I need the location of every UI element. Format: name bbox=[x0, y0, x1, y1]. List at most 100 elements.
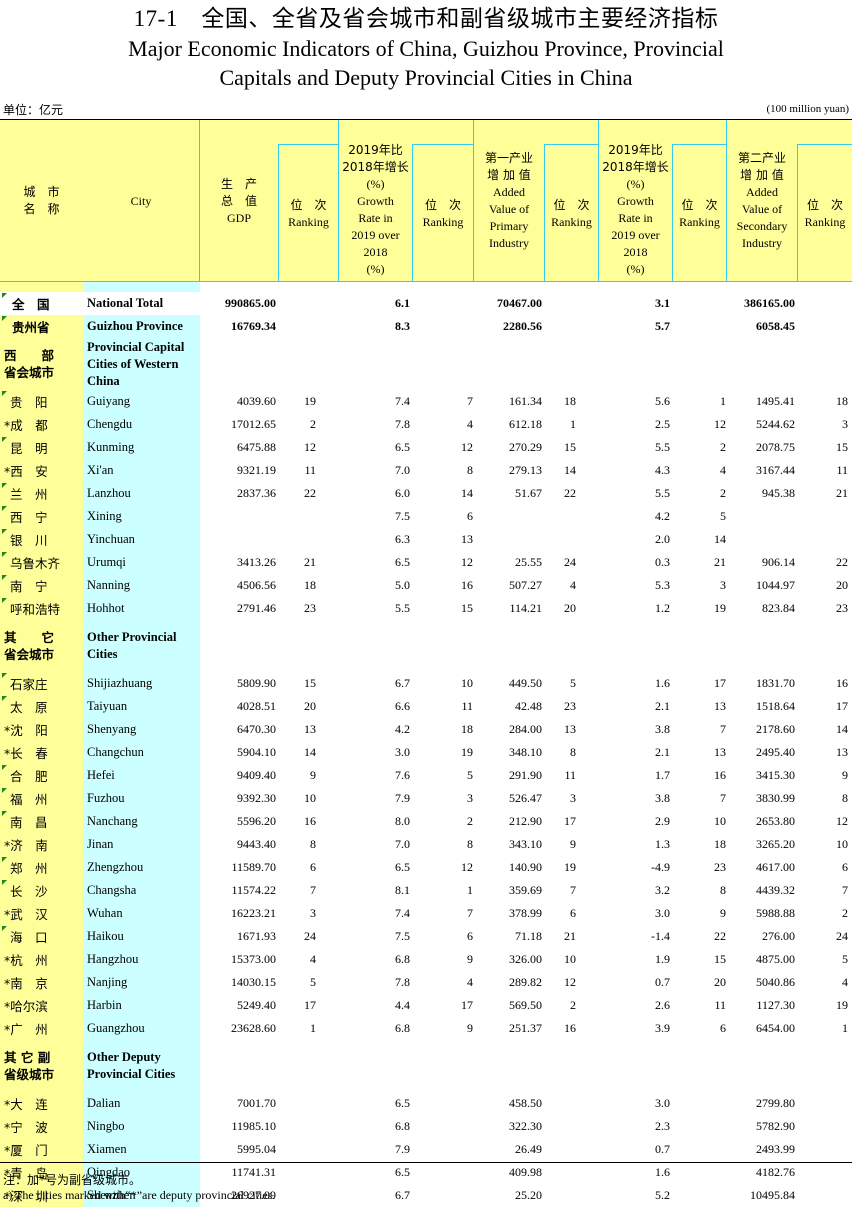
value-primary-rank: 13 bbox=[564, 722, 576, 736]
value-gdp-rank: 1 bbox=[310, 1021, 316, 1035]
value-secondary: 276.00 bbox=[762, 929, 795, 943]
value-gdp-rank bbox=[278, 1184, 338, 1207]
value-secondary-rank: 6 bbox=[842, 860, 848, 874]
value-growth-rank: 4 bbox=[467, 417, 473, 431]
value-primary-growth: -1.4 bbox=[651, 929, 670, 943]
value-secondary: 906.14 bbox=[762, 555, 795, 569]
cell-comment-marker-icon bbox=[2, 696, 7, 701]
value-secondary: 3830.99 bbox=[756, 791, 795, 805]
value-primary-growth-rank: 6 bbox=[720, 1021, 726, 1035]
city-name-cn: 郑 州 bbox=[0, 856, 83, 879]
table-row: *厦 门 Xiamen 5995.04 7.9 26.49 0.7 2493.99 bbox=[0, 1138, 852, 1161]
city-name-cn: 昆 明 bbox=[0, 436, 83, 459]
table-row: *济 南 Jinan 9443.40 8 7.0 8 343.10 9 1.3 18 3265.20… bbox=[0, 833, 852, 856]
city-name-en: Shijiazhuang bbox=[83, 672, 200, 695]
value-gdp bbox=[200, 505, 278, 528]
header-primary-growth-ranking: 位 次 Ranking bbox=[679, 197, 720, 229]
table-row: *南 京 Nanjing 14030.15 5 7.8 4 289.82 12 0.7 20 504… bbox=[0, 971, 852, 994]
city-name-cn: 西 宁 bbox=[0, 505, 83, 528]
value-gdp: 2837.36 bbox=[237, 486, 276, 500]
value-gdp: 23628.60 bbox=[231, 1021, 276, 1035]
value-gdp-growth: 7.9 bbox=[395, 1142, 410, 1156]
value-primary-growth: 1.7 bbox=[655, 768, 670, 782]
cell-comment-marker-icon bbox=[2, 316, 7, 321]
city-name-cn: 长 沙 bbox=[0, 879, 83, 902]
value-gdp-growth: 4.2 bbox=[395, 722, 410, 736]
value-secondary-rank: 1 bbox=[842, 1021, 848, 1035]
city-name-en: Other Provincial Cities bbox=[83, 620, 200, 672]
cell-comment-marker-icon bbox=[2, 575, 7, 580]
value-secondary-rank bbox=[797, 505, 852, 528]
value-secondary-rank: 8 bbox=[842, 791, 848, 805]
value-primary-growth: 5.7 bbox=[655, 319, 670, 333]
table-title-en-line1: Major Economic Indicators of China, Guiz… bbox=[128, 36, 724, 61]
value-secondary-rank: 23 bbox=[836, 601, 848, 615]
value-secondary-rank: 18 bbox=[836, 394, 848, 408]
table-row: 郑 州 Zhengzhou 11589.70 6 6.5 12 140.90 19 -4.9 23… bbox=[0, 856, 852, 879]
value-growth-rank: 10 bbox=[461, 676, 473, 690]
value-gdp: 15373.00 bbox=[231, 952, 276, 966]
value-growth-rank: 1 bbox=[467, 883, 473, 897]
value-gdp: 3413.26 bbox=[237, 555, 276, 569]
cell-comment-marker-icon bbox=[2, 293, 7, 298]
value-gdp-rank bbox=[278, 528, 338, 551]
header-secondary: 第二产业增 加 值 Added Value of Secondary Industry bbox=[736, 151, 788, 250]
cell-comment-marker-icon bbox=[2, 926, 7, 931]
city-name-cn: 南 宁 bbox=[0, 574, 83, 597]
value-secondary-rank: 15 bbox=[836, 440, 848, 454]
value-primary: 70467.00 bbox=[497, 296, 542, 310]
value-primary-growth-rank: 4 bbox=[720, 463, 726, 477]
value-secondary: 6058.45 bbox=[756, 319, 795, 333]
value-growth-rank: 11 bbox=[461, 699, 473, 713]
table-spacer-row bbox=[0, 282, 852, 292]
value-primary-rank: 11 bbox=[564, 768, 576, 782]
value-primary-growth: 0.7 bbox=[655, 975, 670, 989]
value-secondary: 2495.40 bbox=[756, 745, 795, 759]
value-secondary: 4875.00 bbox=[756, 952, 795, 966]
value-secondary-rank: 3 bbox=[842, 417, 848, 431]
value-primary: 284.00 bbox=[509, 722, 542, 736]
city-name-en: Guangzhou bbox=[83, 1017, 200, 1040]
table-title-en-line2: Capitals and Deputy Provincial Cities in… bbox=[219, 65, 633, 90]
value-gdp-growth: 6.6 bbox=[395, 699, 410, 713]
value-growth-rank: 9 bbox=[467, 952, 473, 966]
city-name-cn: 石家庄 bbox=[0, 672, 83, 695]
value-secondary-rank: 4 bbox=[842, 975, 848, 989]
cell-comment-marker-icon bbox=[2, 788, 7, 793]
value-primary: 569.50 bbox=[509, 998, 542, 1012]
value-primary-growth-rank: 3 bbox=[720, 578, 726, 592]
value-gdp-growth: 6.5 bbox=[395, 555, 410, 569]
city-name-en: Changsha bbox=[83, 879, 200, 902]
value-secondary: 5988.88 bbox=[756, 906, 795, 920]
value-primary-rank: 4 bbox=[570, 578, 576, 592]
value-primary: 25.55 bbox=[515, 555, 542, 569]
value-growth-rank: 13 bbox=[461, 532, 473, 546]
group-label-line: 其 它 bbox=[4, 630, 55, 645]
group-label-line: 省会城市 bbox=[4, 647, 55, 662]
footnote-en: a) The cities marked with“*”are deputy p… bbox=[3, 1188, 276, 1202]
cell-comment-marker-icon bbox=[2, 880, 7, 885]
value-secondary-rank bbox=[797, 528, 852, 551]
value-primary-rank bbox=[544, 315, 598, 338]
value-primary-rank: 23 bbox=[564, 699, 576, 713]
value-primary-growth-rank bbox=[672, 315, 726, 338]
value-primary-growth-rank: 9 bbox=[720, 906, 726, 920]
value-gdp-growth: 6.1 bbox=[395, 296, 410, 310]
table-bottom-rule bbox=[0, 1162, 852, 1163]
value-gdp-growth: 6.8 bbox=[395, 1021, 410, 1035]
value-primary-growth: 4.2 bbox=[655, 509, 670, 523]
value-gdp: 11574.22 bbox=[231, 883, 276, 897]
city-name-cn: 南 昌 bbox=[0, 810, 83, 833]
value-gdp: 2791.46 bbox=[237, 601, 276, 615]
city-name-cn: *长 春 bbox=[0, 741, 83, 764]
value-growth-rank: 7 bbox=[467, 394, 473, 408]
value-primary-growth-rank bbox=[672, 1092, 726, 1115]
table-row: 呼和浩特 Hohhot 2791.46 23 5.5 15 114.21 20 1.2 19 823… bbox=[0, 597, 852, 620]
value-growth-rank: 6 bbox=[467, 929, 473, 943]
value-gdp-rank: 22 bbox=[304, 486, 316, 500]
value-primary-growth-rank: 14 bbox=[714, 532, 726, 546]
value-primary bbox=[473, 528, 544, 551]
city-name-en: Guiyang bbox=[83, 390, 200, 413]
value-gdp: 5904.10 bbox=[237, 745, 276, 759]
value-growth-rank: 3 bbox=[467, 791, 473, 805]
